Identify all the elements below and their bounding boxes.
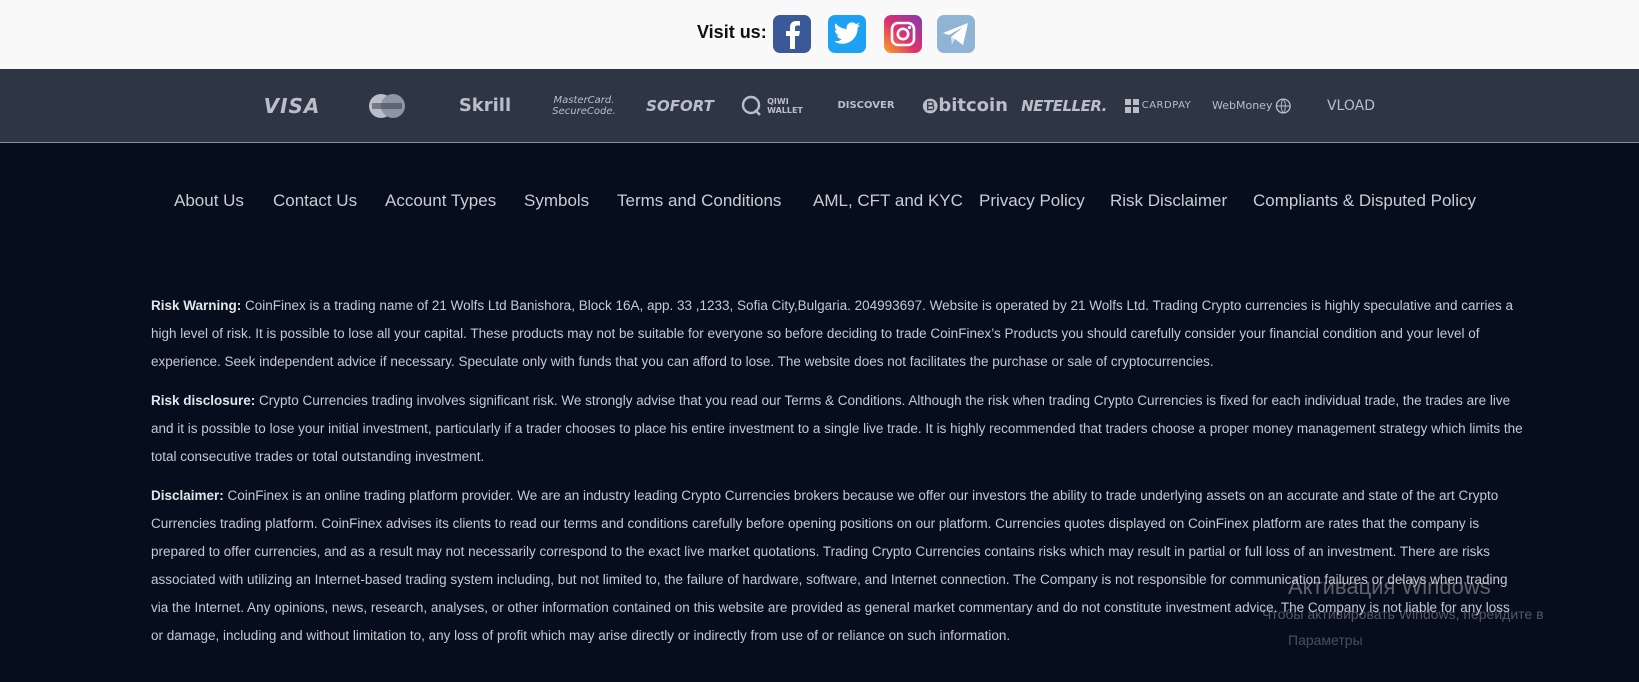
nav-risk-disclaimer[interactable]: Risk Disclaimer (1110, 191, 1227, 211)
risk-warning-text: CoinFinex is a trading name of 21 Wolfs … (151, 298, 1513, 369)
windows-activation-line2: Параметры (1288, 632, 1363, 648)
mastercard-securecode-logo: MasterCard. SecureCode. (546, 69, 622, 142)
neteller-logo: NETELLER. (1021, 69, 1107, 142)
telegram-icon[interactable] (937, 15, 975, 53)
discover-logo: DISCOVER (830, 69, 902, 142)
visa-logo: VISA (262, 69, 322, 142)
nav-about-us[interactable]: About Us (174, 191, 244, 211)
risk-disclosure-paragraph: Risk disclosure: Crypto Currencies tradi… (151, 387, 1525, 471)
nav-symbols[interactable]: Symbols (524, 191, 589, 211)
footer-nav: About Us Contact Us Account Types Symbol… (0, 188, 1639, 218)
securecode-line1: MasterCard. (553, 94, 615, 106)
twitter-icon[interactable] (828, 15, 866, 53)
cardpay-logo: CARDPAY (1116, 69, 1200, 142)
webmoney-label: WebMoney (1212, 99, 1273, 112)
bitcoin-icon (922, 98, 938, 113)
discover-label: DISCOVER (837, 100, 895, 111)
disclaimer-paragraph: Disclaimer: CoinFinex is an online tradi… (151, 482, 1525, 650)
neteller-label: NETELLER. (1021, 96, 1107, 115)
bitcoin-label: bitcoin (938, 95, 1008, 116)
disclaimer-title: Disclaimer: (151, 488, 224, 503)
vload-label: VLOAD (1326, 97, 1375, 114)
securecode-line2: SecureCode. (552, 105, 616, 117)
sofort-logo: SOFORT (642, 69, 718, 142)
cardpay-icon (1124, 98, 1139, 113)
facebook-icon[interactable] (773, 15, 811, 53)
qiwi-wallet-logo: QIWI WALLET (738, 69, 806, 142)
bitcoin-logo: bitcoin (922, 69, 1008, 142)
risk-disclosure-text: Crypto Currencies trading involves signi… (151, 393, 1523, 464)
risk-disclosure-title: Risk disclosure: (151, 393, 256, 408)
risk-warning-paragraph: Risk Warning: CoinFinex is a trading nam… (151, 292, 1525, 376)
payment-methods-bar: VISA Skrill MasterCard. SecureCode. SOFOR… (0, 69, 1639, 143)
vload-logo: VLOAD (1318, 69, 1384, 142)
nav-aml-cft-kyc[interactable]: AML, CFT and KYC (813, 191, 963, 211)
skrill-label: Skrill (458, 95, 512, 116)
qiwi-line2: WALLET (767, 105, 803, 115)
windows-activation-watermark: Активация Windows (1288, 574, 1491, 599)
nav-contact-us[interactable]: Contact Us (273, 191, 357, 211)
sofort-label: SOFORT (646, 96, 714, 115)
nav-terms-and-conditions[interactable]: Terms and Conditions (617, 191, 781, 211)
instagram-icon[interactable] (884, 15, 922, 53)
cardpay-label: CARDPAY (1141, 100, 1192, 111)
qiwi-icon (741, 95, 761, 116)
qiwi-line1: QIWI (767, 96, 789, 106)
skrill-logo: Skrill (455, 69, 515, 142)
globe-icon (1276, 97, 1292, 114)
windows-activation-line1: Чтобы активировать Windows, перейдите в (1262, 606, 1544, 622)
social-bar: Visit us: (0, 0, 1639, 69)
nav-compliants-disputed-policy[interactable]: Compliants & Disputed Policy (1253, 191, 1476, 211)
visit-us-label: Visit us: (697, 22, 767, 42)
mastercard-icon (362, 69, 412, 142)
nav-account-types[interactable]: Account Types (385, 191, 496, 211)
risk-warning-title: Risk Warning: (151, 298, 242, 313)
webmoney-logo: WebMoney (1212, 69, 1292, 142)
nav-privacy-policy[interactable]: Privacy Policy (979, 191, 1085, 211)
visa-label: VISA (263, 93, 321, 118)
